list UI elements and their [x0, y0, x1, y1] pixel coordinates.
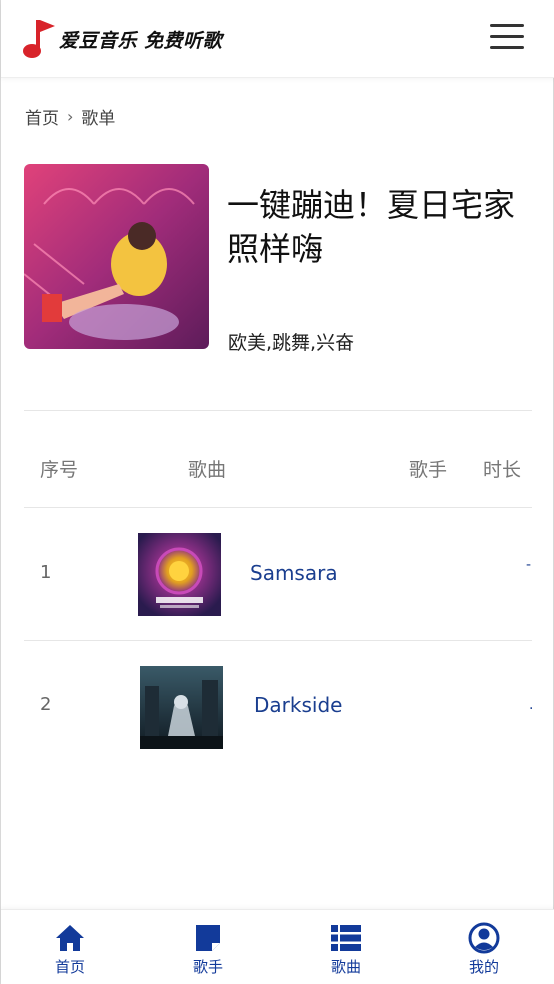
song-duration: -: [526, 557, 532, 573]
logo-text: 爱豆音乐 免费听歌: [59, 29, 223, 52]
row-index: 2: [40, 694, 52, 715]
divider: [24, 507, 532, 508]
divider: [24, 410, 532, 411]
nav-item-songs[interactable]: 歌曲: [277, 910, 415, 984]
nav-item-mine[interactable]: 我的: [415, 910, 553, 984]
chevron-right-icon: ›: [67, 107, 74, 126]
song-duration: .: [529, 697, 534, 713]
playlist-cover-image: [24, 164, 209, 349]
music-note-logo-icon: [23, 20, 55, 58]
user-icon: [468, 922, 500, 954]
song-name-link[interactable]: Darkside: [254, 693, 342, 717]
song-name-link[interactable]: Samsara: [250, 561, 338, 585]
playlist-title: 一键蹦迪！夏日宅家照样嗨: [227, 186, 516, 268]
breadcrumb-home[interactable]: 首页: [25, 104, 59, 129]
nav-item-singer[interactable]: 歌手: [139, 910, 277, 984]
nav-label-home: 首页: [54, 958, 85, 976]
list-icon: [331, 925, 361, 951]
song-cover-image[interactable]: [140, 666, 223, 749]
nav-label-singer: 歌手: [192, 958, 223, 976]
nav-label-mine: 我的: [468, 958, 499, 976]
logo[interactable]: 爱豆音乐 免费听歌: [21, 18, 222, 60]
row-index: 1: [40, 562, 52, 583]
divider: [24, 640, 532, 641]
playlist-tags: 欧美,跳舞,兴奋: [228, 332, 355, 354]
home-icon: [56, 925, 84, 951]
hamburger-menu-icon[interactable]: [490, 24, 524, 52]
nav-item-home[interactable]: 首页: [1, 910, 139, 984]
column-header-duration: 时长: [483, 459, 522, 481]
column-header-song: 歌曲: [188, 459, 227, 481]
app-frame: 爱豆音乐 免费听歌 首页 › 歌单 一键蹦迪！夏日宅家照样嗨 欧美,跳舞,兴奋 …: [0, 0, 554, 984]
note-icon: [196, 925, 220, 951]
nav-label-songs: 歌曲: [330, 958, 361, 976]
column-header-index: 序号: [40, 459, 79, 481]
bottom-navigation: 首页 歌手 歌曲 我的: [1, 909, 554, 984]
breadcrumb-current: 歌单: [81, 109, 116, 129]
breadcrumb: 首页 › 歌单: [25, 104, 115, 129]
top-header: 爱豆音乐 免费听歌: [1, 0, 554, 78]
song-cover-image[interactable]: [138, 533, 221, 616]
column-header-singer: 歌手: [409, 459, 448, 481]
